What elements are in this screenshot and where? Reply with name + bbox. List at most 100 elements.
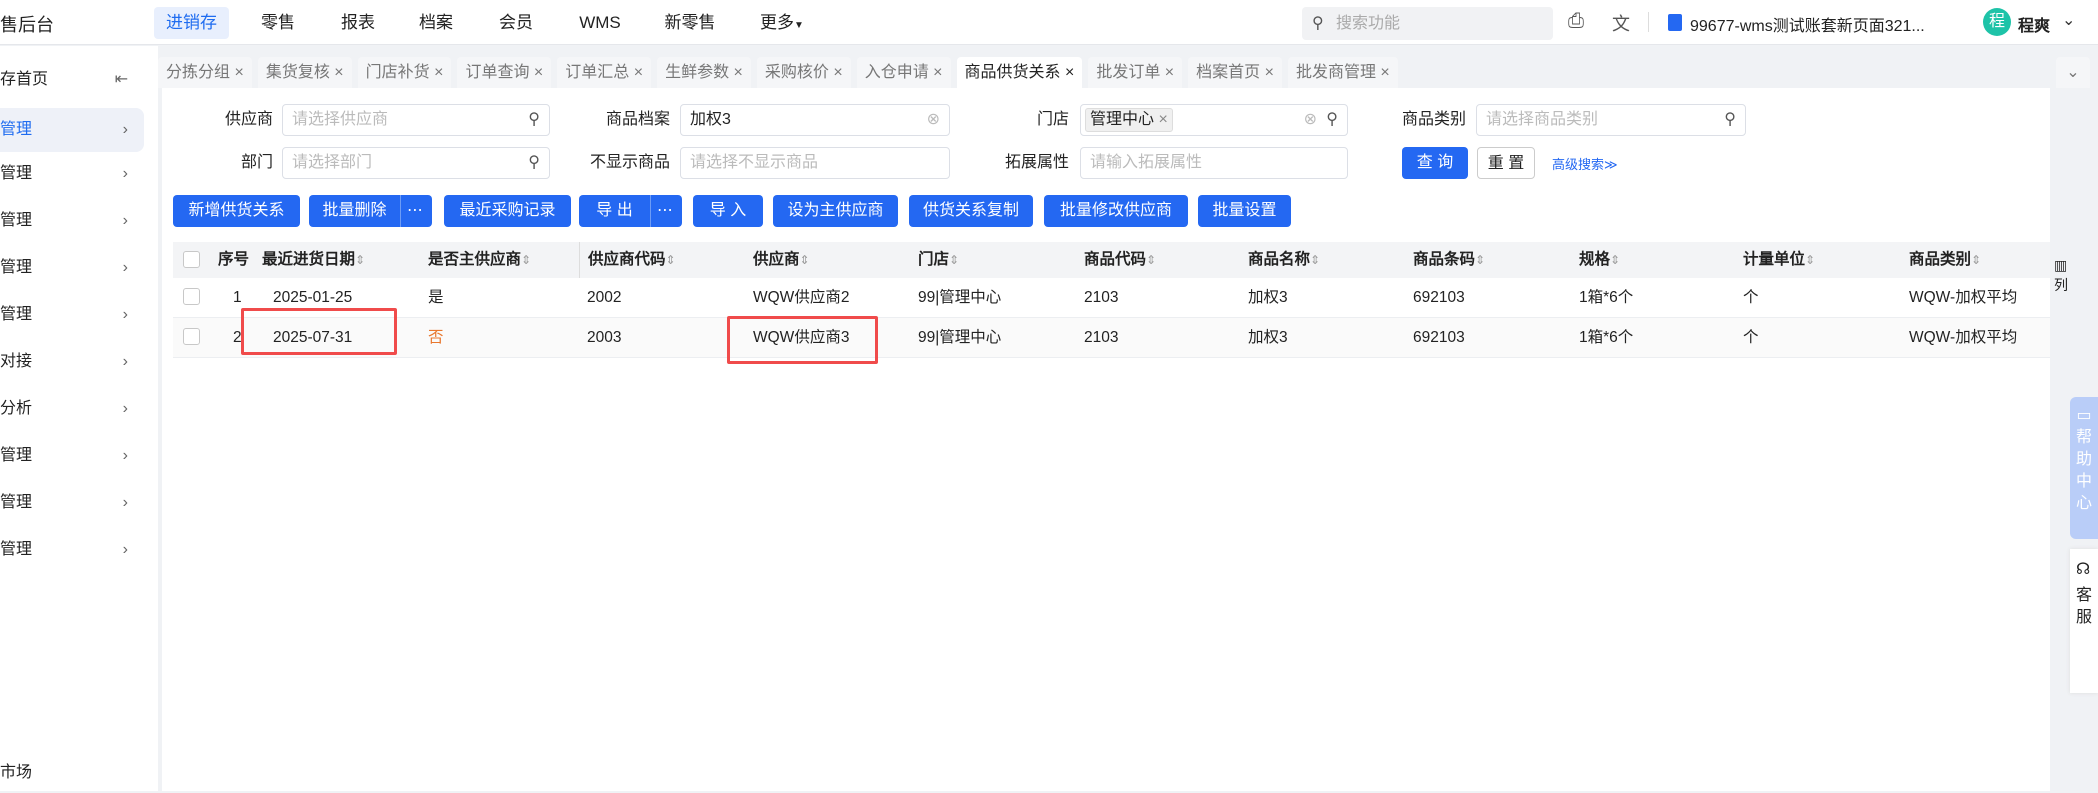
batch-delete-button[interactable]: 批量删除 ⋯: [309, 195, 432, 227]
tab-wholesaler-mgmt[interactable]: 批发商管理 ×: [1287, 57, 1398, 88]
sidebar-item-9[interactable]: 管理 ›: [0, 483, 144, 523]
nav-jinxiaocun[interactable]: 进销存: [154, 7, 229, 39]
tab-sorting-group[interactable]: 分拣分组 ×: [158, 57, 252, 88]
col-product-name[interactable]: 商品名称⇕: [1248, 242, 1320, 278]
tab-wholesale-order[interactable]: 批发订单 ×: [1088, 57, 1183, 88]
nav-more[interactable]: 更多▼: [760, 7, 804, 39]
cell-category: WQW-加权平均: [1909, 329, 2018, 346]
col-spec[interactable]: 规格⇕: [1579, 242, 1620, 278]
col-category[interactable]: 商品类别⇕: [1909, 242, 1981, 278]
sidebar-item-label: 管理: [0, 165, 33, 182]
supplier-input[interactable]: 请选择供应商 ⚲: [282, 104, 550, 136]
cell-unit: 个: [1743, 329, 1759, 346]
column-settings-button[interactable]: ▥ 列: [2054, 255, 2068, 295]
translate-icon[interactable]: 文: [1612, 10, 1630, 36]
cell-category: WQW-加权平均: [1909, 289, 2018, 306]
sidebar-item-3[interactable]: 管理 ›: [0, 201, 144, 241]
dept-input[interactable]: 请选择部门 ⚲: [282, 147, 550, 179]
table-row[interactable]: 2 2025-07-31 否 2003 WQW供应商3 99|管理中心 2103…: [173, 318, 2050, 358]
sidebar-item-10[interactable]: 管理 ›: [0, 530, 144, 570]
select-all-checkbox[interactable]: [183, 251, 200, 268]
product-input[interactable]: 加权3 ⊗: [680, 104, 950, 136]
sidebar-item-7[interactable]: 分析 ›: [0, 389, 144, 429]
nav-wms[interactable]: WMS: [579, 7, 621, 39]
sidebar-item-2[interactable]: 管理 ›: [0, 154, 144, 194]
batch-modify-supplier-button[interactable]: 批量修改供应商: [1044, 195, 1188, 227]
nav-new-retail[interactable]: 新零售: [665, 7, 716, 39]
sidebar-item-home[interactable]: 存首页 ⇤: [0, 60, 144, 100]
nav-archive[interactable]: 档案: [419, 7, 453, 39]
col-product-code[interactable]: 商品代码⇕: [1084, 242, 1156, 278]
ext-attr-input[interactable]: 请输入拓展属性: [1080, 147, 1348, 179]
set-main-supplier-button[interactable]: 设为主供应商: [773, 195, 898, 227]
tab-archive-home[interactable]: 档案首页 ×: [1188, 57, 1282, 88]
nav-reports[interactable]: 报表: [341, 7, 375, 39]
tab-supply-relation[interactable]: 商品供货关系 ×: [956, 57, 1083, 88]
tab-purchase-price[interactable]: 采购核价 ×: [756, 57, 851, 88]
sidebar-item-market[interactable]: 市场: [0, 753, 144, 793]
import-button[interactable]: 导 入: [693, 195, 763, 227]
top-bar: 售后台 进销存 零售 报表 档案 会员 WMS 新零售 更多▼ ⚲ 搜索功能 ⎙ …: [0, 0, 2098, 45]
divider: [1648, 12, 1649, 32]
copy-relation-button[interactable]: 供货关系复制: [909, 195, 1033, 227]
col-unit[interactable]: 计量单位⇕: [1743, 242, 1815, 278]
col-supplier[interactable]: 供应商⇕: [753, 242, 810, 278]
col-last-date[interactable]: 最近进货日期⇕: [262, 242, 365, 278]
col-supplier-code[interactable]: 供应商代码⇕: [579, 242, 676, 278]
category-input[interactable]: 请选择商品类别 ⚲: [1476, 104, 1746, 136]
row-checkbox[interactable]: [183, 288, 200, 305]
more-icon: ⋯: [407, 202, 423, 219]
tabs-more-icon[interactable]: ⌄: [2056, 57, 2090, 88]
headset-icon: ☊: [2076, 561, 2091, 578]
cell-product-code: 2103: [1084, 289, 1119, 306]
help-center-button[interactable]: ▭ 帮助中心: [2070, 397, 2098, 539]
cell-product-name: 加权3: [1248, 289, 1288, 306]
print-icon[interactable]: ⎙: [1568, 10, 1584, 33]
recent-purchase-button[interactable]: 最近采购记录: [444, 195, 571, 227]
cell-store: 99|管理中心: [918, 329, 1002, 346]
hidden-products-input[interactable]: 请选择不显示商品: [680, 147, 950, 179]
user-name[interactable]: 程爽: [2018, 12, 2050, 36]
chevron-down-icon[interactable]: ⌄: [2062, 10, 2075, 30]
tab-fresh-params[interactable]: 生鲜参数 ×: [657, 57, 751, 88]
sidebar-item-label: 分析: [0, 400, 33, 417]
table-row[interactable]: 1 2025-01-25 是 2002 WQW供应商2 99|管理中心 2103…: [173, 278, 2050, 318]
batch-settings-button[interactable]: 批量设置: [1198, 195, 1291, 227]
more-icon: ⋯: [657, 202, 673, 219]
col-store[interactable]: 门店⇕: [918, 242, 959, 278]
collapse-icon[interactable]: ⇤: [115, 60, 128, 100]
cell-supplier-code: 2003: [587, 329, 622, 346]
store-input[interactable]: 管理中心 × ⊗ ⚲: [1080, 104, 1348, 136]
sidebar-item-label: 管理: [0, 306, 33, 323]
sidebar-item-6[interactable]: 对接 ›: [0, 342, 144, 382]
sidebar-item-5[interactable]: 管理 ›: [0, 295, 144, 335]
sidebar-item-4[interactable]: 管理 ›: [0, 248, 144, 288]
add-supply-relation-button[interactable]: 新增供货关系: [173, 195, 300, 227]
tab-consolidation-check[interactable]: 集货复核 ×: [257, 57, 352, 88]
product-label: 商品档案: [605, 111, 670, 128]
tab-warehouse-apply[interactable]: 入仓申请 ×: [856, 57, 951, 88]
chat-icon: ▭: [2076, 407, 2092, 424]
chevron-right-icon: ›: [122, 212, 128, 229]
function-search-input[interactable]: ⚲ 搜索功能: [1302, 7, 1553, 40]
account-switcher[interactable]: 99677-wms测试账套新页面321...: [1690, 12, 1925, 36]
tab-order-summary[interactable]: 订单汇总 ×: [557, 57, 652, 88]
col-is-main[interactable]: 是否主供应商⇕: [428, 242, 531, 278]
col-barcode[interactable]: 商品条码⇕: [1413, 242, 1485, 278]
tab-order-query[interactable]: 订单查询 ×: [457, 57, 552, 88]
advanced-search-link[interactable]: 高级搜索≫: [1552, 154, 1618, 173]
reset-button[interactable]: 重 置: [1477, 147, 1535, 179]
nav-more-label: 更多: [760, 13, 795, 32]
chevron-right-icon: ›: [122, 447, 128, 464]
customer-service-button[interactable]: ☊ 客服: [2070, 549, 2098, 693]
tab-store-replenish[interactable]: 门店补货 ×: [357, 57, 452, 88]
cell-barcode: 692103: [1413, 329, 1465, 346]
export-button[interactable]: 导 出 ⋯: [579, 195, 682, 227]
nav-member[interactable]: 会员: [499, 7, 533, 39]
nav-retail[interactable]: 零售: [261, 7, 295, 39]
sidebar-item-1[interactable]: 管理 ›: [0, 108, 144, 152]
row-checkbox[interactable]: [183, 328, 200, 345]
query-button[interactable]: 查 询: [1402, 147, 1468, 179]
avatar[interactable]: 程: [1983, 8, 2011, 36]
sidebar-item-8[interactable]: 管理 ›: [0, 436, 144, 476]
